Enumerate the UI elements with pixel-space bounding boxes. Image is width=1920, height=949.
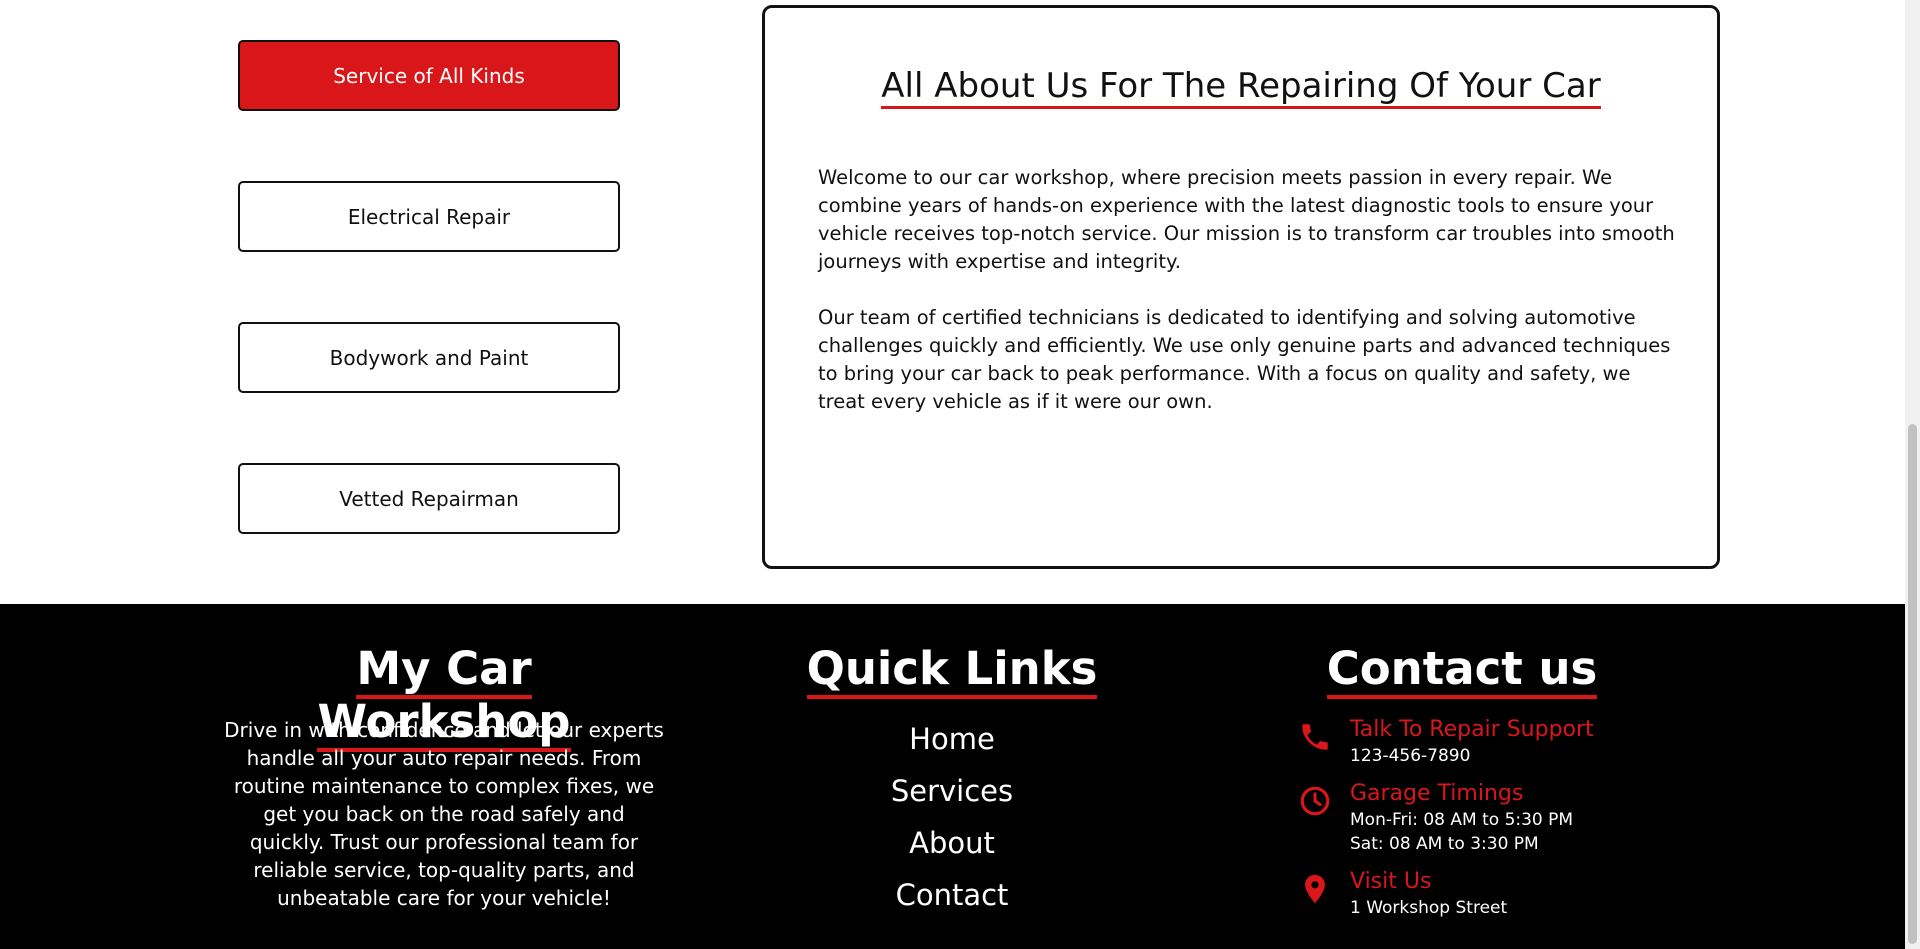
contact-visit: Visit Us 1 Workshop Street [1298,868,1658,920]
clock-icon [1300,786,1330,816]
location-pin-icon [1305,874,1325,904]
visit-address: 1 Workshop Street [1350,898,1508,918]
footer-link-contact[interactable]: Contact [752,872,1152,924]
tab-service-of-all-kinds[interactable]: Service of All Kinds [238,40,620,111]
tab-bodywork-and-paint[interactable]: Bodywork and Paint [238,322,620,393]
tab-electrical-repair[interactable]: Electrical Repair [238,181,620,252]
scrollbar-thumb[interactable] [1908,424,1917,944]
tab-vetted-repairman[interactable]: Vetted Repairman [238,463,620,534]
quick-links: Home Services About Contact [752,716,1152,924]
contact-support: Talk To Repair Support 123-456-7890 [1298,716,1658,768]
contact-title: Contact us [1262,642,1662,699]
about-panel: All About Us For The Repairing Of Your C… [762,5,1720,569]
services-tab-list: Service of All Kinds Electrical Repair B… [238,40,620,604]
support-phone: 123-456-7890 [1350,746,1471,766]
timings-label: Garage Timings [1350,781,1524,806]
footer-link-about[interactable]: About [752,820,1152,872]
footer-link-home[interactable]: Home [752,716,1152,768]
phone-icon [1302,724,1328,750]
contact-timings: Garage Timings Mon-Fri: 08 AM to 5:30 PM… [1298,780,1658,856]
visit-label: Visit Us [1350,869,1432,894]
site-footer: My Car Workshop Drive in with confidence… [0,604,1905,949]
footer-brand-text: Drive in with confidence and let our exp… [224,718,664,910]
contact-list: Talk To Repair Support 123-456-7890 Gara… [1298,716,1658,932]
timings-weekday: Mon-Fri: 08 AM to 5:30 PM [1350,810,1574,830]
page-scrollbar[interactable] [1905,0,1920,949]
footer-link-services[interactable]: Services [752,768,1152,820]
about-title: All About Us For The Repairing Of Your C… [765,66,1717,109]
support-label: Talk To Repair Support [1350,717,1594,742]
quick-links-title: Quick Links [752,642,1152,699]
about-paragraph-1: Welcome to our car workshop, where preci… [818,166,1675,273]
about-paragraph-2: Our team of certified technicians is ded… [818,306,1671,413]
timings-saturday: Sat: 08 AM to 3:30 PM [1350,834,1539,854]
